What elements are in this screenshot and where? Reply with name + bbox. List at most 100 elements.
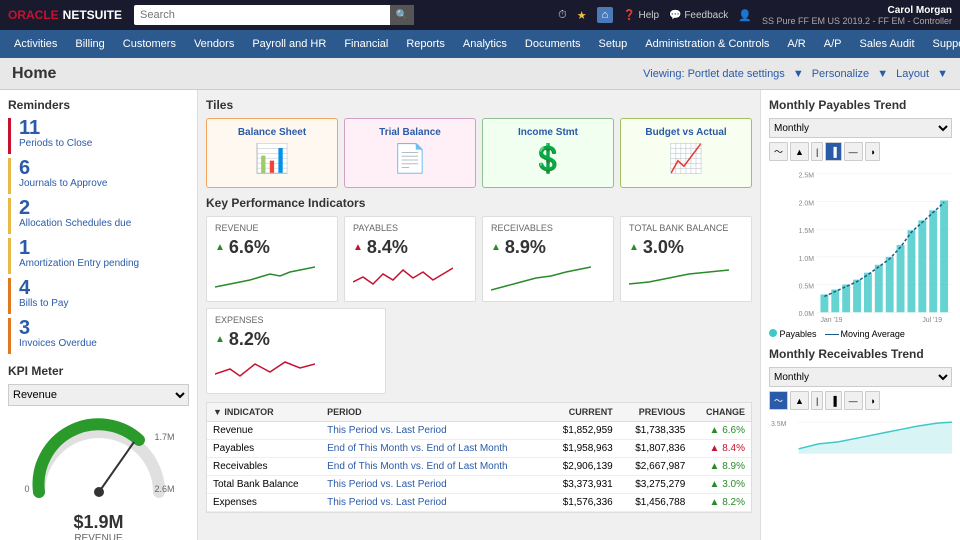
user-icon: 👤 [738,9,752,22]
td-revenue-period[interactable]: This Period vs. Last Period [321,422,546,440]
td-expenses-previous: $1,456,788 [619,494,692,512]
reminder-bar-1 [8,118,11,154]
main-content: Reminders 11 Periods to Close 6 Journals… [0,90,960,540]
kpi-meter-section: KPI Meter Revenue Payables Receivables E… [8,364,189,540]
reminder-bar-4 [8,238,11,274]
recv-btn-bar[interactable]: | [811,391,823,410]
nav-customers[interactable]: Customers [115,34,184,54]
td-payables-current: $1,958,963 [546,440,619,458]
nav-documents[interactable]: Documents [517,34,589,54]
chart-toolbar-receivables: 〜 ▲ | ▐ — ◑ [769,391,952,410]
td-receivables-period[interactable]: End of This Month vs. End of Last Month [321,458,546,476]
reminder-item-5: 4 Bills to Pay [8,278,189,314]
td-receivables-indicator: Receivables [207,458,321,476]
nav-ap[interactable]: A/P [816,34,850,54]
tile-income-stmt[interactable]: Income Stmt 💲 [482,118,614,188]
kpi-card-revenue: REVENUE ▲ 6.6% [206,216,338,302]
tile-trial-balance[interactable]: Trial Balance 📄 [344,118,476,188]
tile-budget-actual[interactable]: Budget vs Actual 📈 [620,118,752,188]
nav-ar[interactable]: A/R [779,34,813,54]
gauge-value: $1.9M [8,512,189,533]
tile-balance-sheet[interactable]: Balance Sheet 📊 [206,118,338,188]
nav-admin[interactable]: Administration & Controls [637,34,777,54]
search-button[interactable]: 🔍 [390,5,414,25]
chart-btn-line2[interactable]: — [844,142,863,161]
reminder-item-3: 2 Allocation Schedules due [8,198,189,234]
th-change: CHANGE [691,403,751,422]
tile-balance-label: Balance Sheet [215,127,329,138]
recv-btn-pie[interactable]: ◑ [865,391,880,410]
tiles-grid: Balance Sheet 📊 Trial Balance 📄 Income S… [206,118,752,188]
svg-text:Jan '19: Jan '19 [820,317,842,324]
receivables-chart-select[interactable]: Monthly [769,367,952,387]
td-expenses-change: ▲ 8.2% [691,494,751,512]
kpi-bank-value: 3.0% [643,237,684,258]
chart-btn-bar[interactable]: | [811,142,823,161]
payables-chart-legend: Payables Moving Average [769,329,952,339]
nav-payroll[interactable]: Payroll and HR [244,34,334,54]
nav-billing[interactable]: Billing [67,34,112,54]
svg-text:3.5M: 3.5M [771,421,787,428]
chart-btn-line[interactable]: 〜 [769,142,788,161]
recv-btn-line[interactable]: ▲ [790,391,809,410]
td-bank-current: $3,373,931 [546,476,619,494]
nav-support[interactable]: Support [925,34,960,54]
td-revenue-previous: $1,738,335 [619,422,692,440]
nav-setup[interactable]: Setup [591,34,636,54]
payables-chart-select[interactable]: Monthly [769,118,952,138]
star-icon[interactable]: ★ [577,9,587,22]
reminder-bar-3 [8,198,11,234]
viewing-portlet-link[interactable]: Viewing: Portlet date settings [643,68,785,80]
search-input[interactable] [134,7,390,23]
user-name: Carol Morgan [762,5,952,16]
chart-btn-pie[interactable]: ◑ [865,142,880,161]
nav-analytics[interactable]: Analytics [455,34,515,54]
reminder-label-5[interactable]: Bills to Pay [19,298,68,309]
nav-financial[interactable]: Financial [336,34,396,54]
td-payables-period[interactable]: End of This Month vs. End of Last Month [321,440,546,458]
tile-trial-label: Trial Balance [353,127,467,138]
td-revenue-change: ▲ 6.6% [691,422,751,440]
kpi-revenue-value: 6.6% [229,237,270,258]
reminder-label-6[interactable]: Invoices Overdue [19,338,97,349]
moving-avg-line [825,334,839,335]
reminder-label-3[interactable]: Allocation Schedules due [19,218,131,229]
chart-btn-bar-active[interactable]: ▐ [825,142,841,161]
help-label[interactable]: ❓ Help [623,10,659,21]
reminder-label-4[interactable]: Amortization Entry pending [19,258,139,269]
td-bank-period[interactable]: This Period vs. Last Period [321,476,546,494]
recv-btn-bar2[interactable]: ▐ [825,391,841,410]
kpi-meter-select[interactable]: Revenue Payables Receivables Expenses [8,384,189,406]
td-expenses-period[interactable]: This Period vs. Last Period [321,494,546,512]
nav-reports[interactable]: Reports [398,34,453,54]
kpi-receivables-sparkline [491,262,591,292]
reminder-label-1[interactable]: Periods to Close [19,138,92,149]
recv-btn-line2[interactable]: — [844,391,863,410]
tile-income-label: Income Stmt [491,127,605,138]
receivables-chart-svg: 3.5M [769,414,952,454]
home-icon[interactable]: ⌂ [597,7,614,23]
kpi-section: Key Performance Indicators REVENUE ▲ 6.6… [206,196,752,394]
layout-link[interactable]: Layout [896,68,929,80]
kpi-revenue-arrow: ▲ [215,242,225,253]
legend-moving-avg: Moving Average [825,329,905,339]
reminder-number-6: 3 [19,318,97,338]
recv-btn-area[interactable]: 〜 [769,391,788,410]
personalize-link[interactable]: Personalize [812,68,869,80]
td-payables-previous: $1,807,836 [619,440,692,458]
sidebar: Reminders 11 Periods to Close 6 Journals… [0,90,198,540]
nav-activities[interactable]: Activities [6,34,65,54]
payables-trend-title: Monthly Payables Trend [769,98,952,112]
kpi-payables-label: PAYABLES [353,223,467,233]
clock-icon[interactable]: ⏱ [558,9,567,22]
kpi-bank-sparkline [629,262,729,292]
nav-sales-audit[interactable]: Sales Audit [851,34,922,54]
kpi-title: Key Performance Indicators [206,196,752,210]
gauge-min: 0 [25,484,30,494]
reminder-item-1: 11 Periods to Close [8,118,189,154]
reminder-label-2[interactable]: Journals to Approve [19,178,107,189]
feedback-label[interactable]: 💬 Feedback [669,10,728,21]
reminder-number-1: 11 [19,118,92,138]
nav-vendors[interactable]: Vendors [186,34,242,54]
chart-btn-area[interactable]: ▲ [790,142,809,161]
